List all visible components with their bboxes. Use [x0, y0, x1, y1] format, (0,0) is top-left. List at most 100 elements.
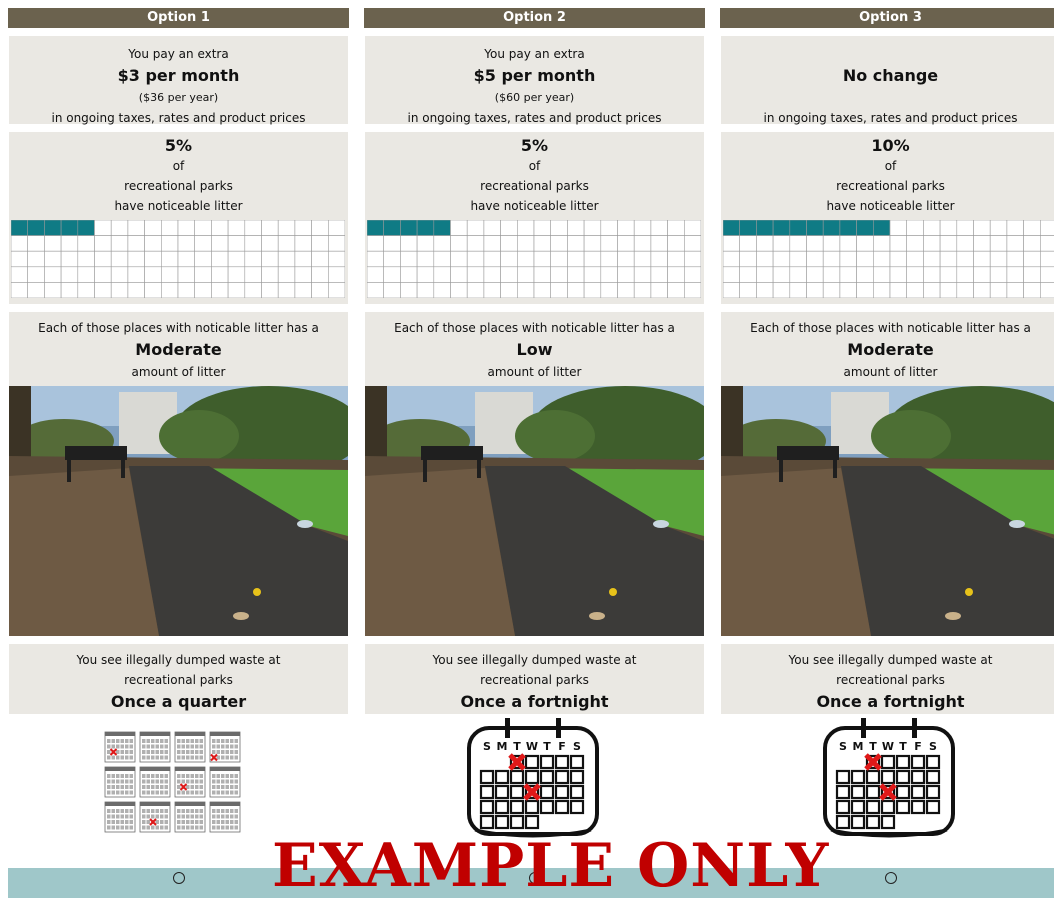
grid-cell: [77, 250, 95, 268]
mini-calendar-header: [210, 802, 240, 806]
mini-day: [195, 809, 199, 813]
calendar-day: [925, 784, 941, 800]
mini-day: [186, 779, 190, 784]
mini-day: [216, 750, 220, 754]
mini-day: [216, 814, 220, 819]
mini-day: [142, 790, 146, 795]
grid-cell: [923, 220, 941, 236]
grid-cell: [956, 250, 974, 268]
mini-day: [221, 779, 225, 784]
trees-mid: [515, 410, 595, 462]
mini-day: [107, 814, 111, 819]
mini-day: [199, 739, 203, 743]
grid-cell: [261, 235, 279, 252]
calendar-day: [524, 799, 540, 815]
grid-cell: [600, 235, 618, 252]
mini-day: [216, 785, 220, 789]
mini-calendar-header: [175, 802, 205, 806]
grid-cell-filled: [756, 220, 774, 236]
cost-panel: You pay an extra $5 per month ($60 per y…: [365, 36, 704, 125]
grid-cell: [177, 250, 196, 268]
mini-day: [212, 820, 216, 824]
mini-day: [177, 825, 181, 830]
grid-cell: [177, 235, 196, 252]
mini-day: [129, 750, 133, 754]
grid-cell: [144, 220, 162, 236]
mini-day: [221, 750, 225, 754]
grid-cell: [1006, 220, 1024, 236]
mini-day: [234, 790, 238, 795]
grid-cell: [989, 250, 1008, 268]
grid-cell: [227, 266, 246, 283]
calendar-day: [895, 754, 911, 770]
grid-cell: [923, 235, 941, 252]
mini-day: [221, 825, 225, 830]
calendar-day: [554, 769, 570, 785]
mini-day: [216, 825, 220, 830]
grid-cell: [723, 250, 741, 268]
mini-day: [199, 809, 203, 813]
mini-calendar-header: [140, 767, 170, 771]
calendar-day: [524, 769, 540, 785]
grid-cell: [600, 266, 618, 283]
litter-amount-intro: Each of those places with noticable litt…: [394, 321, 675, 335]
mini-day: [111, 814, 115, 819]
mini-day: [160, 820, 164, 824]
grid-cell: [110, 220, 129, 236]
calendar-day: [554, 799, 570, 815]
bench-leg: [833, 460, 837, 478]
grid-cell: [550, 282, 568, 298]
litter-item: [609, 588, 617, 596]
grid-cell: [1006, 250, 1024, 268]
grid-cell: [294, 235, 312, 252]
mini-day: [142, 814, 146, 819]
grid-cell: [161, 235, 179, 252]
mini-day: [116, 814, 120, 819]
example-only-watermark: EXAMPLE ONLY: [272, 831, 830, 901]
grid-cell: [483, 235, 501, 252]
mini-day: [221, 744, 225, 749]
mini-day: [129, 825, 133, 830]
mini-day: [160, 809, 164, 813]
mini-day: [151, 774, 155, 778]
calendar-day: [910, 799, 926, 815]
mini-day: [146, 774, 150, 778]
calendar-day: [554, 754, 570, 770]
mini-day: [181, 825, 185, 830]
weekday-label: T: [513, 740, 521, 753]
grid-cell: [77, 266, 95, 283]
mini-day: [116, 785, 120, 789]
calendar-day: [569, 769, 585, 785]
option-1-radio-button[interactable]: [173, 872, 185, 884]
mini-day: [164, 809, 168, 813]
grid-cell: [311, 235, 329, 252]
mini-day: [177, 750, 181, 754]
mini-day: [146, 755, 150, 760]
grid-cell: [211, 235, 229, 252]
option-3-radio-button[interactable]: [885, 872, 897, 884]
grid-cell: [127, 282, 145, 298]
mini-day: [186, 785, 190, 789]
mini-day: [234, 755, 238, 760]
calendar-day: [494, 769, 510, 785]
mini-day: [146, 790, 150, 795]
mini-day: [230, 739, 234, 743]
dump-line-1: You see illegally dumped waste at: [76, 653, 281, 667]
grid-cell: [1023, 235, 1041, 252]
mini-day: [125, 809, 129, 813]
grid-cell: [517, 282, 535, 298]
mini-day: [190, 744, 194, 749]
mini-day: [116, 790, 120, 795]
mini-day: [225, 744, 229, 749]
calendar-day: [835, 814, 851, 830]
mini-day: [234, 814, 238, 819]
grid-cell: [756, 235, 774, 252]
grid-cell: [60, 282, 79, 298]
grid-cell: [383, 282, 401, 298]
calendar-day: [569, 799, 585, 815]
mini-day: [212, 825, 216, 830]
calendar-day: [509, 769, 525, 785]
grid-cell: [367, 266, 385, 283]
grid-cell: [11, 266, 29, 283]
mini-day: [155, 785, 159, 789]
